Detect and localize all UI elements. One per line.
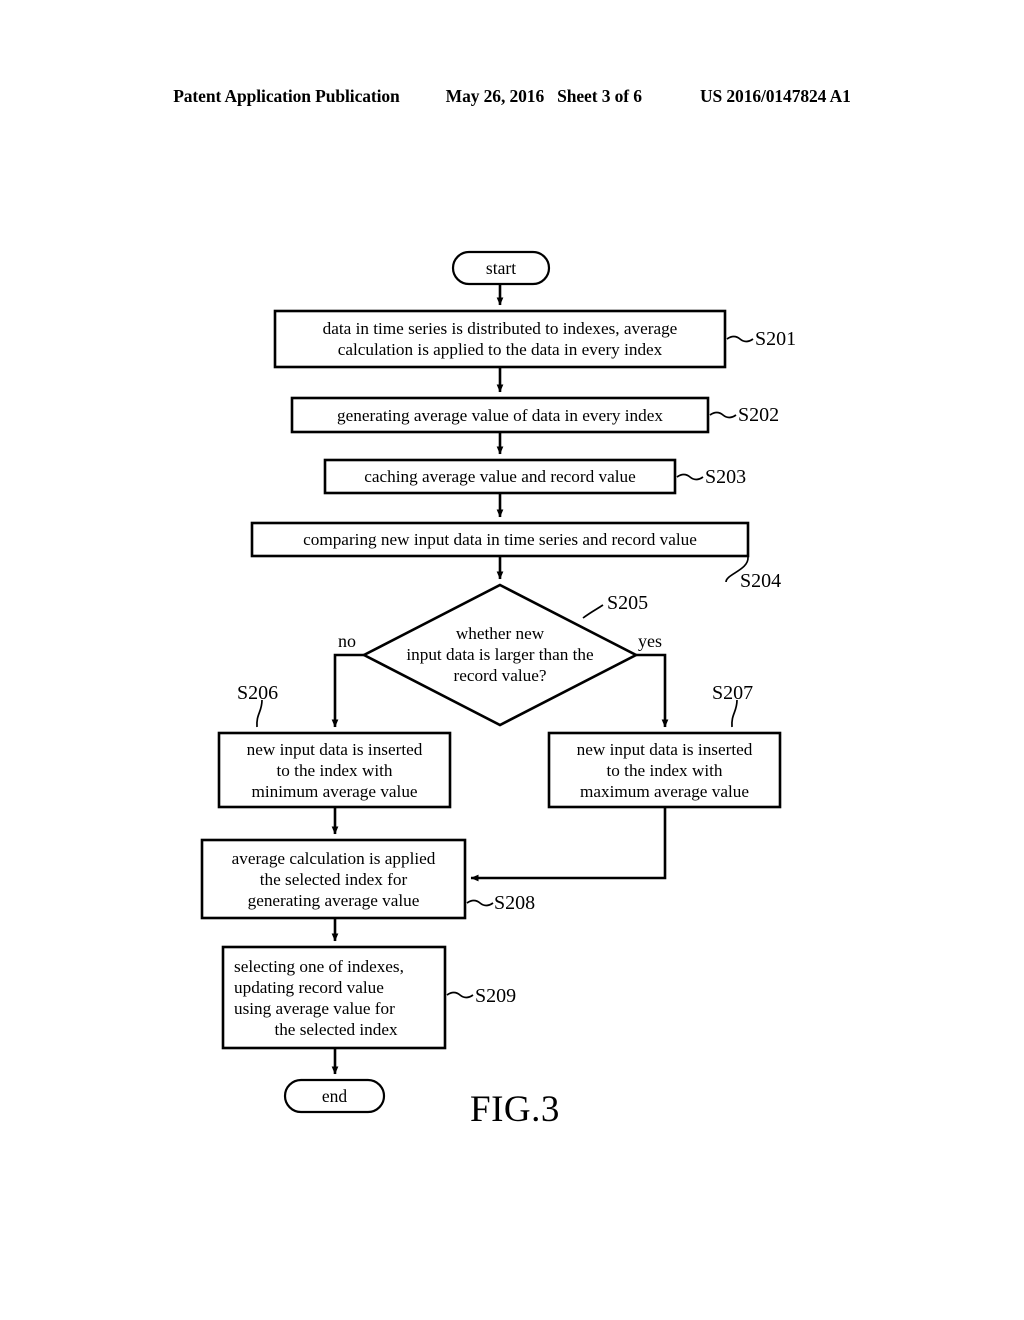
connector-s205-no-to-s206 [331,653,364,728]
step-tag-s202: S202 [738,404,780,426]
step-box-s202 [290,396,710,434]
step-box-s208 [200,838,467,920]
step-tag-s209: S209 [475,985,517,1007]
step-tag-s207: S207 [712,682,754,704]
step-box-s206 [217,731,452,809]
leader-line-s208 [466,899,494,907]
step-box-s209 [221,945,447,1050]
leader-line-s202 [709,411,737,419]
step-tag-s205: S205 [607,592,649,614]
figure-caption: FIG.3 [470,1089,560,1130]
leader-line-s201 [726,335,754,343]
connector-s207-to-s208 [470,807,667,882]
leader-line-s209 [446,991,474,999]
leader-line-s203 [676,473,704,481]
step-tag-s206: S206 [237,682,279,704]
start-terminal-shape [451,250,551,286]
step-tag-s204: S204 [740,570,782,592]
end-terminal-shape [283,1078,386,1114]
step-box-s204 [250,521,750,558]
branch-label-no: no [338,631,356,651]
branch-label-yes: yes [638,631,662,651]
step-box-s203 [323,458,677,495]
leader-line-s205 [582,604,604,619]
step-box-s201 [273,309,727,369]
step-tag-s208: S208 [494,892,536,914]
decision-diamond-s205 [361,583,639,727]
step-tag-s201: S201 [755,328,797,350]
step-tag-s203: S203 [705,466,747,488]
step-box-s207 [547,731,782,809]
connector-s205-yes-to-s207 [636,653,669,728]
